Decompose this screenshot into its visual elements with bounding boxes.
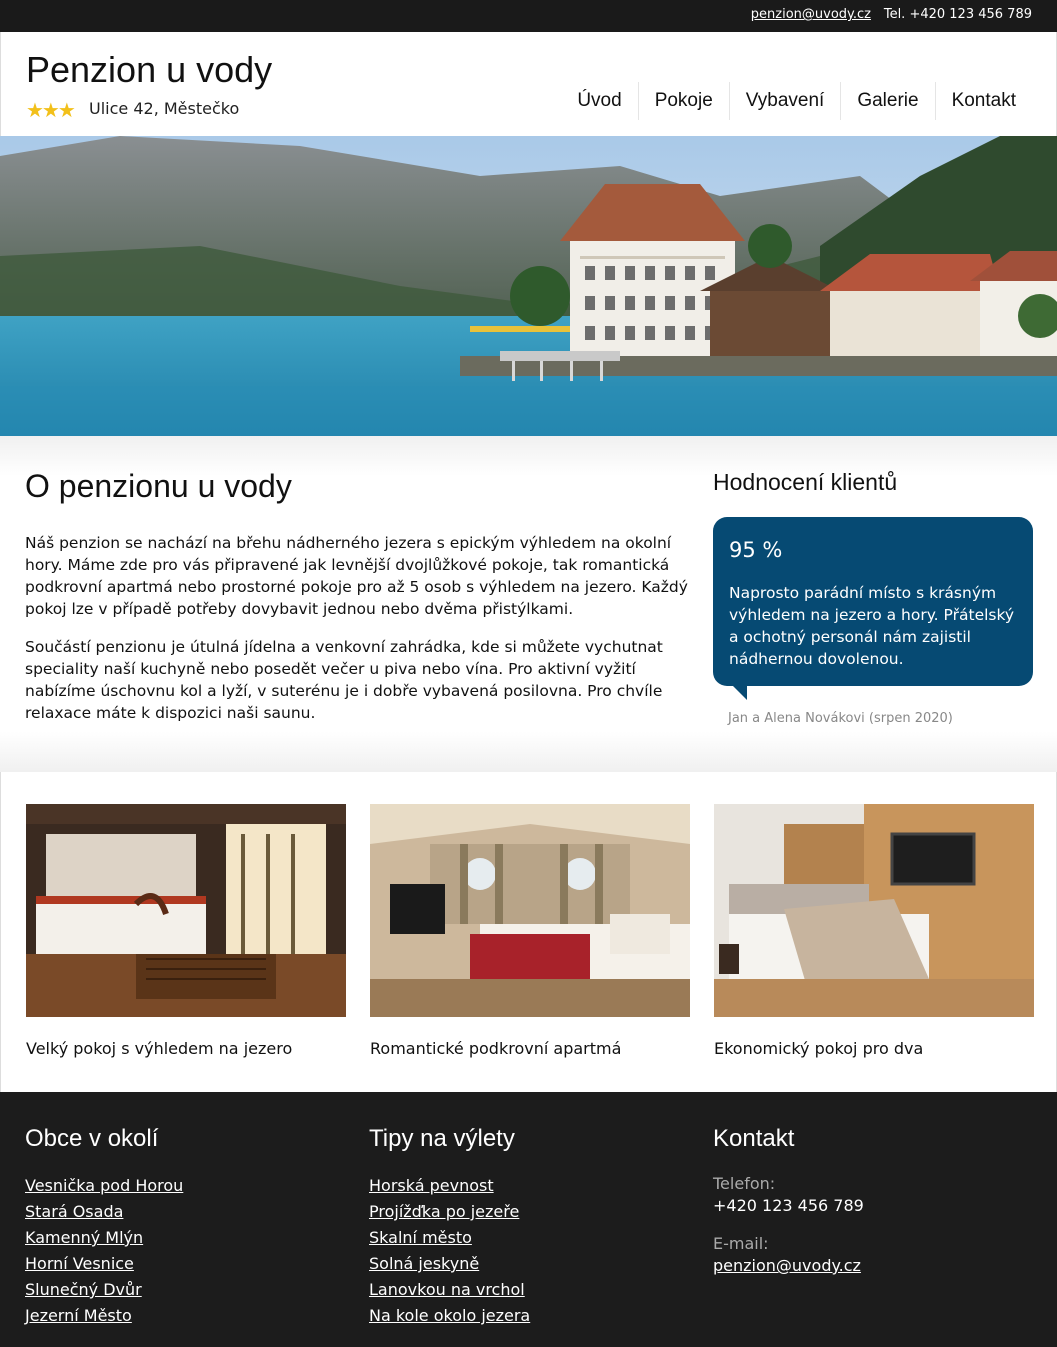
room-caption: Velký pokoj s výhledem na jezero [26,1039,293,1058]
list-item: Jezerní Město [25,1303,183,1329]
village-link[interactable]: Slunečný Dvůr [25,1280,142,1299]
village-link[interactable]: Horní Vesnice [25,1254,134,1273]
phone-label: Telefon: [713,1174,776,1193]
village-link[interactable]: Stará Osada [25,1202,123,1221]
nav-item-kontakt[interactable]: Kontakt [934,82,1032,120]
room-photo-1[interactable] [26,804,346,1017]
room-card[interactable]: Velký pokoj s výhledem na jezero [26,804,346,1058]
list-item: Solná jeskyně [369,1251,530,1277]
about-section: O penzionu u vody Náš penzion se nachází… [0,436,1057,772]
about-paragraph-2: Součástí penzionu je útulná jídelna a ve… [25,638,663,722]
hero-image [0,136,1057,436]
about-paragraph-1: Náš penzion se nachází na břehu nádherné… [25,534,688,618]
about-title: O penzionu u vody [25,468,292,504]
trip-link[interactable]: Lanovkou na vrchol [369,1280,525,1299]
top-phone: Tel. +420 123 456 789 [883,7,1032,22]
top-bar: penzion@uvody.cz Tel. +420 123 456 789 [0,0,1057,32]
trips-list: Horská pevnost Projížďka po jezeře Skaln… [369,1173,530,1329]
trip-link[interactable]: Na kole okolo jezera [369,1306,530,1325]
trip-link[interactable]: Projížďka po jezeře [369,1202,519,1221]
main-nav: Úvod Pokoje Vybavení Galerie Kontakt [561,82,1032,120]
room-photo-3[interactable] [714,804,1034,1017]
phone-value: +420 123 456 789 [713,1196,864,1215]
rooms-section: Velký pokoj s výhledem na jezero Romanti… [0,772,1057,1092]
top-email-link[interactable]: penzion@uvody.cz [751,7,871,22]
trip-link[interactable]: Horská pevnost [369,1176,494,1195]
footer-contact-title: Kontakt [713,1125,795,1152]
nav-item-pokoje[interactable]: Pokoje [637,82,729,120]
room-card[interactable]: Romantické podkrovní apartmá [370,804,690,1058]
room-card[interactable]: Ekonomický pokoj pro dva [714,804,1034,1058]
footer-email-link[interactable]: penzion@uvody.cz [713,1256,861,1275]
address: Ulice 42, Městečko [89,99,240,118]
village-link[interactable]: Vesnička pod Horou [25,1176,183,1195]
villages-list: Vesnička pod Horou Stará Osada Kamenný M… [25,1173,183,1329]
rating-title: Hodnocení klientů [713,469,898,495]
list-item: Horská pevnost [369,1173,530,1199]
village-link[interactable]: Kamenný Mlýn [25,1228,143,1247]
site-title[interactable]: Penzion u vody [26,49,272,91]
nav-item-vybaveni[interactable]: Vybavení [728,82,841,120]
site-header: Penzion u vody ★★★ Ulice 42, Městečko Úv… [0,32,1057,136]
list-item: Skalní město [369,1225,530,1251]
list-item: Slunečný Dvůr [25,1277,183,1303]
nav-item-galerie[interactable]: Galerie [840,82,934,120]
testimonial-author: Jan a Alena Novákovi (srpen 2020) [728,711,953,726]
trip-link[interactable]: Solná jeskyně [369,1254,479,1273]
testimonial-bubble: 95 % Naprosto parádní místo s krásným vý… [713,517,1033,700]
room-caption: Ekonomický pokoj pro dva [714,1039,924,1058]
room-photo-2[interactable] [370,804,690,1017]
footer-trips-title: Tipy na výlety [369,1125,515,1152]
room-caption: Romantické podkrovní apartmá [370,1039,622,1058]
footer-villages: Obce v okolí Vesnička pod Horou Stará Os… [25,1125,183,1329]
list-item: Lanovkou na vrchol [369,1277,530,1303]
list-item: Projížďka po jezeře [369,1199,530,1225]
site-footer: Obce v okolí Vesnička pod Horou Stará Os… [0,1092,1057,1347]
email-label: E-mail: [713,1234,769,1253]
footer-trips: Tipy na výlety Horská pevnost Projížďka … [369,1125,530,1329]
village-link[interactable]: Jezerní Město [25,1306,132,1325]
rating-stars-icon: ★★★ [26,98,76,122]
list-item: Vesnička pod Horou [25,1173,183,1199]
list-item: Na kole okolo jezera [369,1303,530,1329]
testimonial-quote: Naprosto parádní místo s krásným výhlede… [729,584,1015,668]
nav-item-uvod[interactable]: Úvod [561,82,637,120]
footer-villages-title: Obce v okolí [25,1125,159,1152]
rating-percent: 95 % [729,538,783,562]
list-item: Stará Osada [25,1199,183,1225]
list-item: Kamenný Mlýn [25,1225,183,1251]
list-item: Horní Vesnice [25,1251,183,1277]
trip-link[interactable]: Skalní město [369,1228,472,1247]
footer-contact: Kontakt Telefon: +420 123 456 789 E-mail… [713,1125,864,1293]
